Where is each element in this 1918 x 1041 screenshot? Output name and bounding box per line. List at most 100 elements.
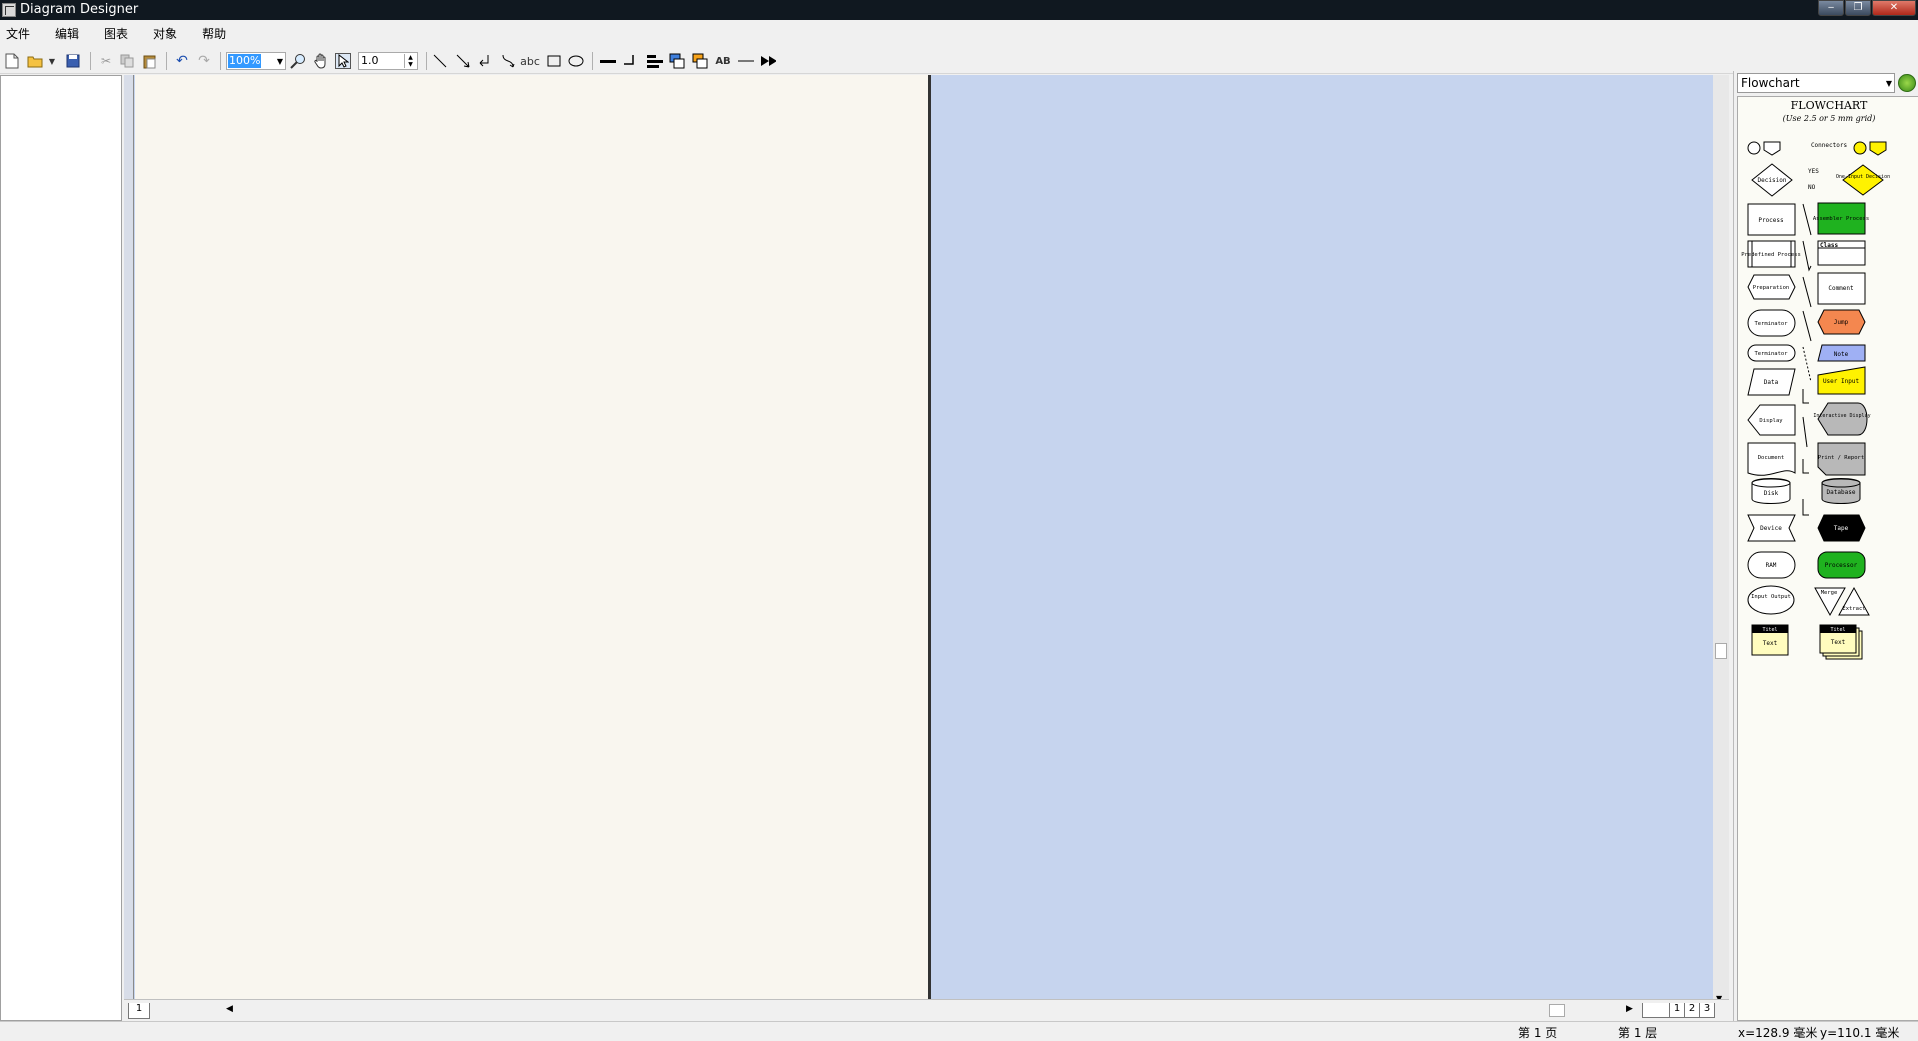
shape-label: User Input [1823, 378, 1860, 385]
ellipse-tool-icon[interactable] [568, 53, 584, 69]
shape-label: Database [1827, 489, 1856, 496]
scroll-left-icon[interactable]: ◀ [226, 1004, 233, 1014]
arrow-line-tool-icon[interactable] [455, 53, 471, 69]
menu-edit[interactable]: 编辑 [55, 25, 79, 42]
close-button[interactable]: ✕ [1872, 0, 1916, 16]
elbow-connector-line [1802, 459, 1809, 474]
page-tab-3[interactable]: 3 [1699, 1003, 1715, 1018]
cut-icon[interactable]: ✂ [98, 53, 114, 69]
open-folder-icon[interactable] [27, 53, 43, 69]
connector-shape [1747, 141, 1761, 155]
dashed-connector-line [1802, 346, 1812, 383]
no-label: NO [1808, 184, 1816, 191]
spinner-icon[interactable]: ▲ ▼ [404, 54, 416, 68]
line-style-icon[interactable] [600, 53, 616, 69]
page-tab-2[interactable]: 2 [1684, 1003, 1700, 1018]
shape-label: Comment [1828, 285, 1854, 292]
shape-label: Interactive Display [1813, 413, 1870, 419]
palette-title: FLOWCHART [1791, 99, 1868, 112]
elbow-connector-line [1802, 389, 1809, 404]
palette-subtitle: (Use 2.5 or 5 mm grid) [1783, 114, 1876, 123]
status-page: 第 1 页 [1518, 1026, 1558, 1040]
toolbar-separator [426, 52, 427, 70]
menu-diagram[interactable]: 图表 [104, 25, 128, 42]
shape-label: Terminator [1754, 321, 1788, 327]
status-bar: 第 1 页 第 1 层 x=128.9 毫米 y=110.1 毫米 [0, 1021, 1918, 1041]
line-tool-icon[interactable] [432, 53, 448, 69]
line-width-field[interactable]: 1.0 ▲ ▼ [358, 52, 418, 70]
toolbar-separator [90, 52, 91, 70]
input-output-shape [1747, 585, 1795, 615]
menu-help[interactable]: 帮助 [202, 25, 226, 42]
chevron-down-icon: ▼ [276, 57, 283, 66]
page-tab-1[interactable]: 1 [1669, 1003, 1685, 1018]
hand-icon[interactable] [313, 53, 329, 69]
toolbar-separator [220, 52, 221, 70]
shape-label: Display [1759, 418, 1783, 424]
left-panel[interactable] [0, 75, 122, 1021]
palette-select-value: Flowchart [1741, 76, 1800, 90]
elbow-line-tool-icon[interactable] [477, 53, 493, 69]
connectors-label: Connectors [1811, 142, 1848, 149]
shape-label: Document [1758, 455, 1785, 461]
new-file-icon[interactable] [4, 53, 20, 69]
minimize-button[interactable]: ‒ [1818, 0, 1844, 16]
maximize-button[interactable]: ❐ [1845, 0, 1871, 16]
paste-icon[interactable] [142, 53, 158, 69]
copy-icon[interactable] [119, 53, 135, 69]
text-color-icon[interactable]: AB [715, 53, 731, 69]
window-title: Diagram Designer [20, 2, 139, 17]
offpage-connector-yellow-shape [1869, 141, 1887, 156]
app-icon [2, 3, 16, 17]
shape-label: Assembler Process [1813, 216, 1869, 222]
fill-color-icon[interactable] [669, 53, 685, 69]
palette-sheet[interactable]: FLOWCHART (Use 2.5 or 5 mm grid) Connect… [1737, 96, 1918, 1021]
undo-icon[interactable]: ↶ [174, 53, 190, 69]
scroll-right-icon[interactable]: ▶ [1626, 1004, 1633, 1014]
shape-label: Preparation [1753, 285, 1789, 291]
toolbar-separator [592, 52, 593, 70]
line-width-value: 1.0 [361, 54, 379, 67]
zoom-icon[interactable] [290, 53, 306, 69]
line-color-icon[interactable] [692, 53, 708, 69]
open-dropdown-icon[interactable]: ▼ [47, 53, 57, 69]
align-icon[interactable] [647, 53, 663, 69]
page-sheet[interactable] [135, 75, 931, 999]
vertical-scrollbar[interactable]: ▼ [1713, 75, 1729, 1005]
shape-label: Terminator [1754, 351, 1788, 357]
redo-icon[interactable]: ↷ [196, 53, 212, 69]
text-tool-icon[interactable]: abc [520, 53, 540, 69]
diagram-canvas[interactable]: ▼ 1 ◀ ▶ 1 2 3 [124, 75, 1729, 1021]
line-corner-icon[interactable] [622, 53, 638, 69]
shape-label: Titel [1830, 627, 1845, 633]
layer-tab[interactable]: 1 [128, 1003, 150, 1019]
shape-label: One-Input Decision [1836, 174, 1890, 180]
save-icon[interactable] [65, 53, 81, 69]
shape-label: Predefined Process [1741, 252, 1801, 258]
page-tab-all[interactable] [1642, 1003, 1670, 1018]
menu-object[interactable]: 对象 [153, 25, 177, 42]
palette-select[interactable]: Flowchart ▼ [1737, 73, 1895, 93]
horizontal-scroll-thumb[interactable] [1549, 1004, 1565, 1017]
line-thin-icon[interactable] [738, 53, 754, 69]
curve-line-tool-icon[interactable] [500, 53, 516, 69]
shape-label: Data [1764, 379, 1779, 386]
palette-panel: Flowchart ▼ FLOWCHART (Use 2.5 or 5 mm g… [1733, 71, 1918, 1021]
status-y-coordinate: y=110.1 毫米 [1820, 1026, 1900, 1040]
shape-label: Extract [1842, 606, 1865, 612]
menu-file[interactable]: 文件 [6, 25, 30, 42]
elbow-connector-line [1802, 499, 1809, 516]
rectangle-tool-icon[interactable] [546, 53, 562, 69]
shape-label: RAM [1766, 562, 1777, 569]
zoom-select[interactable]: 100% ▼ [226, 52, 286, 70]
connector-line [1802, 240, 1812, 272]
shape-label: Disk [1764, 490, 1779, 497]
scroll-thumb[interactable] [1715, 643, 1727, 659]
flowchart-palette[interactable]: FLOWCHART (Use 2.5 or 5 mm grid) Connect… [1738, 97, 1918, 1022]
status-x-coordinate: x=128.9 毫米 [1738, 1026, 1818, 1040]
select-arrow-icon[interactable] [335, 53, 351, 69]
palette-add-icon[interactable] [1898, 74, 1916, 92]
zoom-value: 100% [228, 54, 262, 68]
shape-label: Text [1831, 639, 1846, 646]
arrowheads-icon[interactable] [760, 53, 776, 69]
